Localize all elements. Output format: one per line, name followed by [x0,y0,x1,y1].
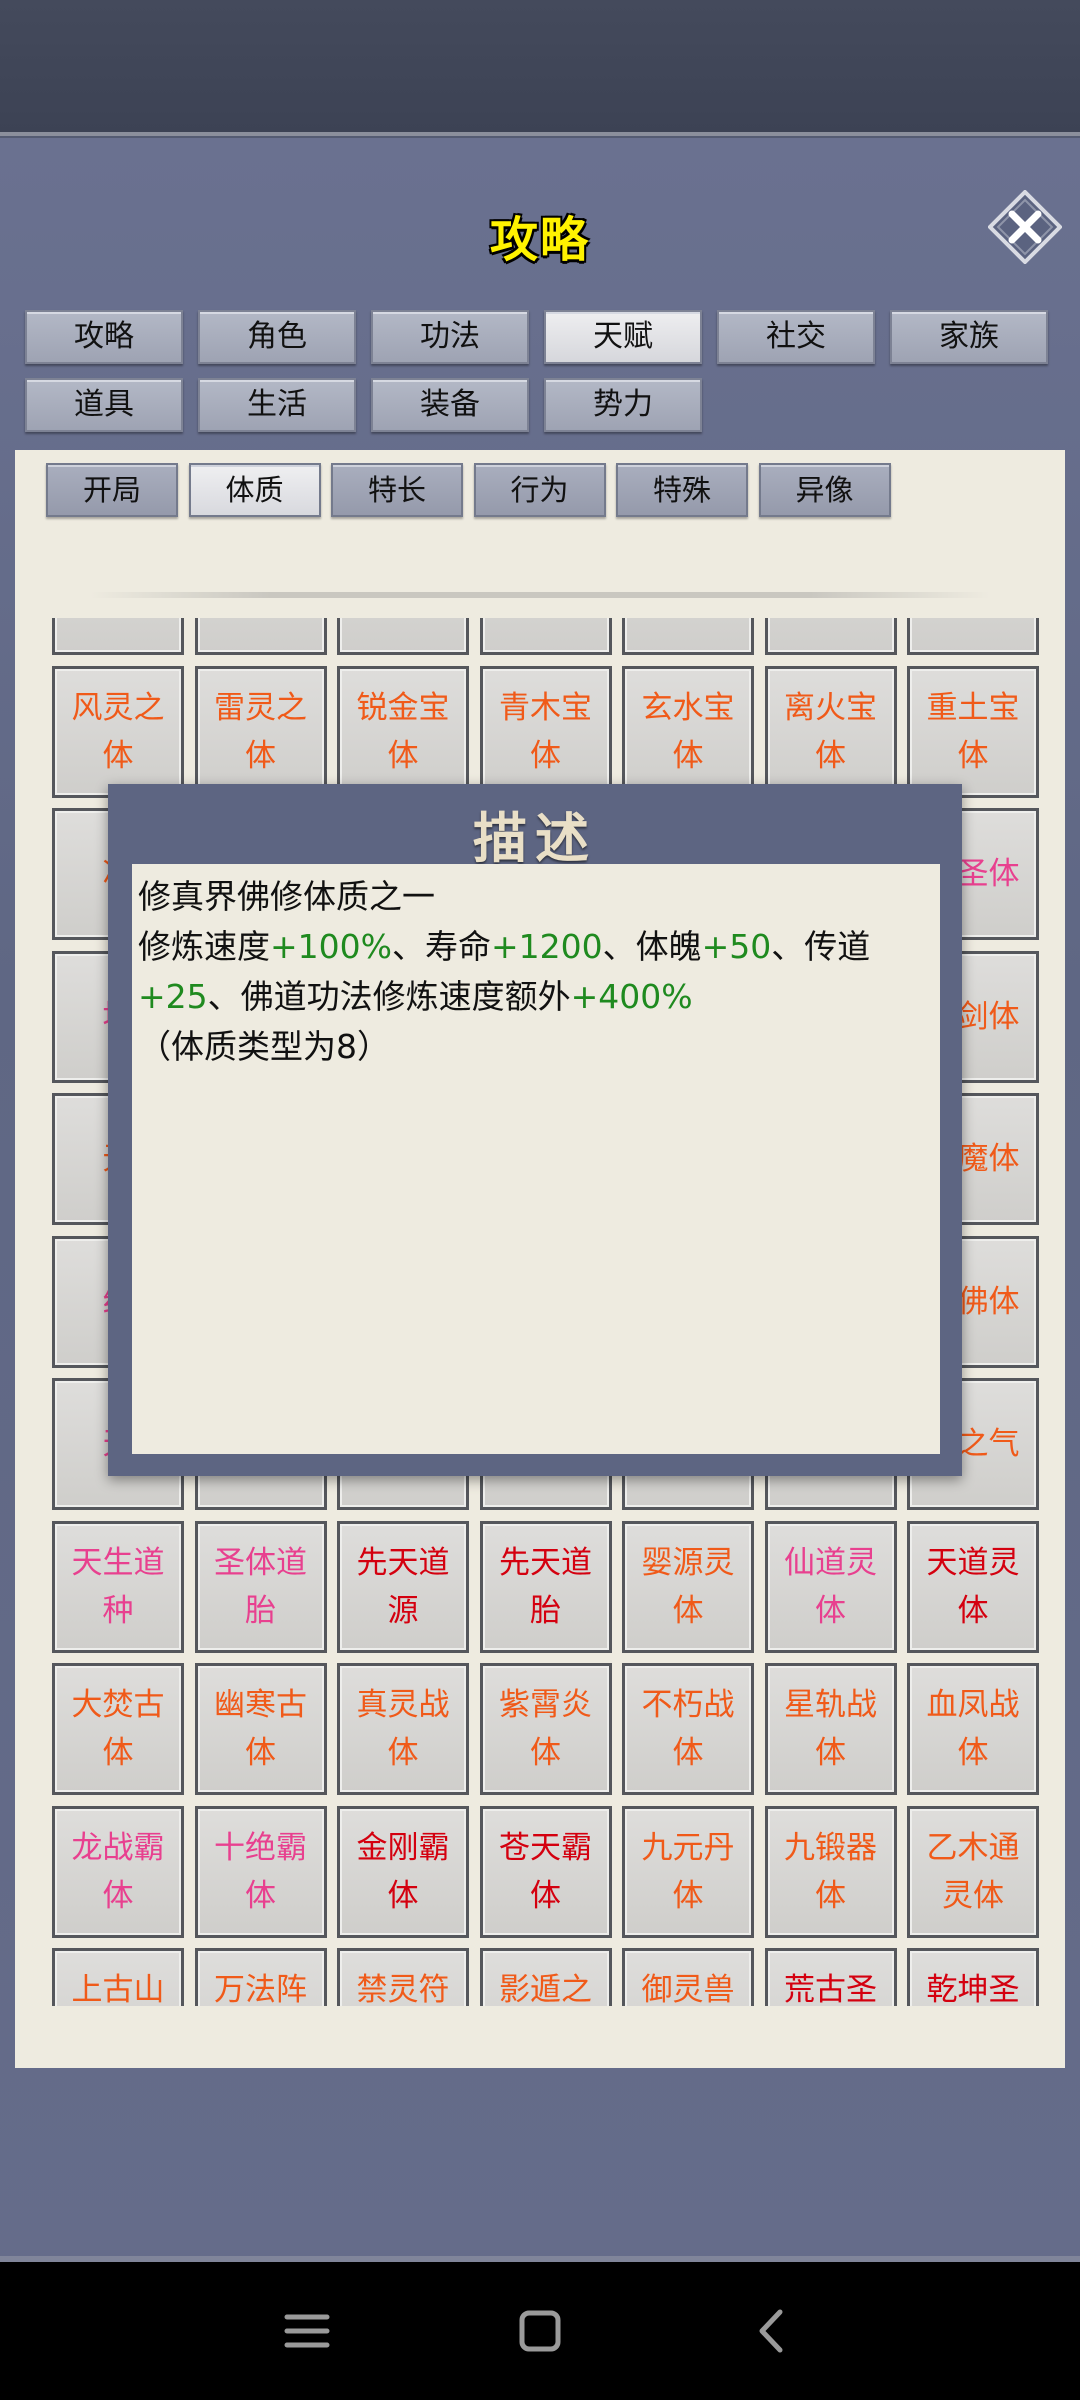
status-area [0,0,1080,136]
page-title: 攻略 [489,212,590,268]
constitution-cell[interactable]: 天道灵体 [907,1520,1039,1653]
back-chevron-icon [759,2309,783,2353]
constitution-cell[interactable]: 十绝霸体 [194,1805,327,1938]
constitution-cell[interactable]: 体 [479,618,612,655]
subtab-2[interactable]: 特长 [331,463,463,517]
tab-0[interactable]: 道具 [25,378,183,432]
stat-text: 、传道 [771,927,871,966]
close-button[interactable] [987,189,1063,265]
home-square-icon [519,2310,561,2352]
description-stats: 修炼速度+100%、寿命+1200、体魄+50、传道 +25、佛道功法修炼速度额外… [138,922,934,1072]
stat-text: 修炼速度 [138,927,270,966]
stat-value: +100% [270,927,392,966]
description-popup: 描述 修真界佛修体质之一 修炼速度+100%、寿命+1200、体魄+50、传道 +… [108,784,962,1476]
constitution-cell[interactable]: 重土宝体 [907,665,1039,798]
stat-value: +1200 [491,927,603,966]
constitution-cell[interactable]: 九元丹体 [622,1805,754,1938]
menu-lines-icon [284,2314,330,2348]
constitution-cell[interactable]: 体 [52,618,184,655]
stat-text: 、寿命 [392,927,491,966]
home-button[interactable] [490,2262,590,2400]
back-button[interactable] [722,2262,822,2400]
stat-value: +400% [570,977,693,1016]
constitution-cell[interactable]: 紫霄炎体 [479,1663,612,1795]
constitution-cell[interactable]: 乾坤圣体 [907,1948,1039,2006]
constitution-cell[interactable]: 九锻器体 [764,1805,897,1938]
constitution-cell[interactable]: 星轨战体 [764,1663,897,1795]
tab-5[interactable]: 家族 [890,310,1048,364]
system-nav-bar [0,2262,1080,2400]
tab-1[interactable]: 角色 [198,310,356,364]
subtab-0[interactable]: 开局 [46,463,178,517]
close-x-icon [987,189,1063,265]
subtab-5[interactable]: 异像 [758,463,891,517]
menu-button[interactable] [257,2262,357,2400]
divider [90,592,990,598]
stat-value: +50 [701,927,772,966]
tab-2[interactable]: 功法 [371,310,529,364]
constitution-cell[interactable]: 影遁之体 [479,1948,612,2006]
constitution-cell[interactable]: 天生道种 [52,1520,184,1653]
constitution-cell[interactable]: 体 [194,618,327,655]
subtab-4[interactable]: 特殊 [616,463,748,517]
popup-body: 修真界佛修体质之一 修炼速度+100%、寿命+1200、体魄+50、传道 +25、… [132,864,940,1454]
constitution-cell[interactable]: 风灵之体 [52,665,184,798]
constitution-cell[interactable]: 青木宝体 [479,665,612,798]
constitution-cell[interactable]: 圣体道胎 [194,1520,327,1653]
constitution-cell[interactable]: 乙木通灵体 [907,1805,1039,1938]
constitution-cell[interactable]: 荒古圣体 [764,1948,897,2006]
constitution-cell[interactable]: 苍天霸体 [479,1805,612,1938]
constitution-cell[interactable]: 血凤战体 [907,1663,1039,1795]
constitution-cell[interactable]: 金刚霸体 [337,1805,469,1938]
constitution-cell[interactable]: 体 [764,618,897,655]
tab-3[interactable]: 天赋 [544,310,702,364]
tab-3[interactable]: 势力 [544,378,702,432]
constitution-cell[interactable]: 体 [907,618,1039,655]
constitution-cell[interactable]: 大焚古体 [52,1663,184,1795]
constitution-cell[interactable]: 仙道灵体 [764,1520,897,1653]
constitution-cell[interactable]: 御灵兽体 [622,1948,754,2006]
description-line-1: 修真界佛修体质之一 [138,877,435,916]
constitution-cell[interactable]: 幽寒古体 [194,1663,327,1795]
constitution-cell[interactable]: 离火宝体 [764,665,897,798]
stat-text: 、体魄 [602,927,702,966]
constitution-cell[interactable]: 不朽战体 [622,1663,754,1795]
tab-2[interactable]: 装备 [371,378,529,432]
constitution-cell[interactable]: 雷灵之体 [194,665,327,798]
constitution-cell[interactable]: 先天道源 [337,1520,469,1653]
subtab-3[interactable]: 行为 [473,463,606,517]
guide-panel: 攻略 攻略角色功法天赋社交家族 道具生活装备势力 开局体质特长行为特殊异像 体体… [0,138,1080,2262]
constitution-cell[interactable]: 上古山灵体 [52,1948,184,2006]
tab-0[interactable]: 攻略 [25,310,183,364]
stat-text: （体质类型为8） [138,1027,390,1066]
stat-text: 、佛道功法修炼速度额外 [207,977,571,1016]
constitution-cell[interactable]: 玄水宝体 [622,665,754,798]
constitution-cell[interactable]: 锐金宝体 [337,665,469,798]
constitution-cell[interactable]: 先天道胎 [479,1520,612,1653]
tab-4[interactable]: 社交 [717,310,875,364]
constitution-cell[interactable]: 万法阵体 [194,1948,327,2006]
constitution-cell[interactable]: 婴源灵体 [622,1520,754,1653]
tab-1[interactable]: 生活 [198,378,356,432]
constitution-cell[interactable]: 体 [337,618,469,655]
constitution-cell[interactable]: 真灵战体 [337,1663,469,1795]
constitution-cell[interactable]: 体 [622,618,754,655]
constitution-cell[interactable]: 龙战霸体 [52,1805,184,1938]
constitution-cell[interactable]: 禁灵符体 [337,1948,469,2006]
subtab-1[interactable]: 体质 [188,463,321,517]
stat-value: +25 [138,977,208,1016]
popup-title: 描述 [473,806,597,870]
